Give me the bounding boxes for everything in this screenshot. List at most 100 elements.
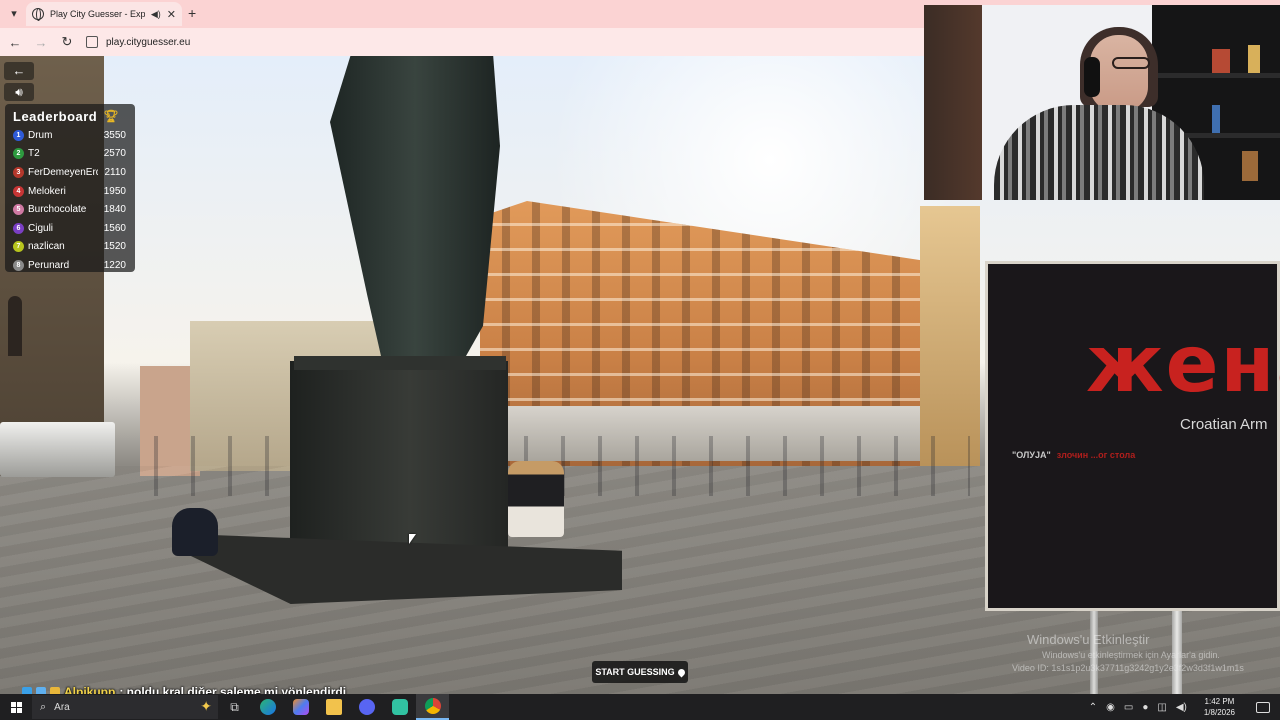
url-field[interactable]: play.cityguesser.eu [106,37,190,48]
player-score: 1520 [103,241,126,253]
leaderboard-row: 1 Drum 3550 [5,126,135,145]
chevron-up-icon[interactable]: ⌃ [1089,702,1097,713]
poster-board [985,261,1280,611]
taskbar-search-placeholder: Ara [54,701,70,713]
edge-icon [259,699,276,715]
back-button[interactable]: ← [4,62,34,80]
watermark-title: Windows'u Etkinleştir [1027,632,1150,647]
volume-icon[interactable]: ◀) [1176,702,1187,713]
start-guessing-button[interactable]: START GUESSING [592,661,688,683]
poster-word: жена [1086,320,1280,410]
task-view-button[interactable]: ⧉ [218,694,251,720]
task-view-icon: ⧉ [230,699,239,714]
player-score: 2110 [104,166,126,178]
windows-activation-watermark: Windows'u Etkinleştir Windows'u etkinleş… [1012,632,1274,673]
statue [330,56,500,356]
record-icon[interactable]: ◉ [1106,702,1115,713]
shelf-board [1152,73,1280,78]
rank-badge: 2 [13,148,24,160]
clock-date: 1/8/2026 [1203,708,1235,717]
back-arrow-icon[interactable]: ← [8,35,22,50]
headphones-icon [1084,57,1100,97]
back-arrow-icon: ← [12,63,26,78]
shelf-item [1248,45,1260,73]
screen: ▾ Play City Guesser - Explore ◀) ✕ + ← →… [0,0,1280,720]
tab-title: Play City Guesser - Explore [50,9,145,19]
webcam-door [924,5,982,200]
tab-search-chevron-icon[interactable]: ▾ [6,6,22,22]
taskbar: ⌕ Ara ✦ ⧉ ⌃ ◉ ▭ ● ◫ ◀) 1:42 PM 1/8/2026 [0,694,1280,720]
watermark-video-id: Video ID: 1s1s1p2u3k37711g3242g1y2e3f2w3… [1012,663,1244,673]
rank-badge: 3 [13,166,24,178]
taskbar-edge[interactable] [251,694,284,720]
player-score: 1840 [103,204,126,216]
taskbar-chrome[interactable] [416,694,449,720]
start-button[interactable] [0,694,32,720]
poster-footer-text: злочин ...ог стола [1056,450,1136,460]
cathedral-window [8,296,22,356]
notification-icon[interactable] [1256,701,1270,713]
speaker-icon[interactable]: ◀) [151,9,161,20]
reload-icon[interactable]: ↻ [60,34,74,50]
speaker-icon: 🔊︎ [15,85,23,99]
leaderboard-row: 8 Perunard 1220 [5,256,135,275]
poster-footer-title: "ОЛУЈА" [1012,450,1051,460]
poster-footer: "ОЛУЈА" злочин ...ог стола [1012,450,1135,460]
leaderboard-row: 7 nazlican 1520 [5,238,135,257]
globe-icon [32,8,44,21]
player-score: 1560 [103,222,126,234]
rank-badge: 4 [13,185,24,197]
rank-badge: 7 [13,241,24,253]
rank-badge: 1 [13,129,24,141]
new-tab-button[interactable]: + [188,5,196,21]
player-name: Burchocolate [28,204,87,216]
player-name: Ciguli [28,222,54,234]
network-icon[interactable]: ◫ [1157,702,1166,713]
taskbar-discord[interactable] [350,694,383,720]
player-score: 2570 [103,148,126,160]
leaderboard-row: 2 T2 2570 [5,145,135,164]
webcam-person-glasses [1112,57,1150,69]
rank-badge: 8 [13,259,24,271]
chrome-icon [424,698,441,714]
search-icon: ⌕ [40,700,47,713]
taskbar-file-explorer[interactable] [317,694,350,720]
rank-badge: 5 [13,204,24,216]
microphone-icon[interactable]: ● [1142,702,1148,713]
close-tab-icon[interactable]: ✕ [167,8,176,21]
leaderboard-title-text: Leaderboard [13,108,98,124]
trophy-icon: 🏆︎ [103,109,119,123]
clock[interactable]: 1:42 PM 1/8/2026 [1204,696,1235,718]
poster-subtitle: Croatian Arm [1180,416,1268,433]
player-score: 1950 [103,185,126,197]
taskbar-copilot[interactable] [284,694,317,720]
leaderboard-list: 1 Drum 3550 2 T2 2570 3 FerDemeyenErdi 2110 4 Melo… [5,126,135,275]
address-bar: ← → ↻ play.cityguesser.eu [0,28,924,56]
player-score: 1220 [103,259,126,271]
forward-arrow-icon[interactable]: → [34,35,48,50]
streamlabs-icon [391,699,408,715]
site-info-icon[interactable] [86,36,98,48]
truck [0,422,115,477]
statue-pedestal [290,361,508,551]
player-name: Melokeri [28,185,66,197]
shelf-item [1212,49,1230,73]
system-tray: ⌃ ◉ ▭ ● ◫ ◀) 1:42 PM 1/8/2026 [1089,694,1280,720]
taskbar-streamlabs[interactable] [383,694,416,720]
leaderboard-row: 6 Ciguli 1560 [5,219,135,238]
seated-person [508,461,564,537]
leaderboard-title: Leaderboard 🏆︎ [5,106,135,126]
copilot-icon [292,699,309,715]
player-name: Drum [28,129,53,141]
leaderboard-row: 5 Burchocolate 1840 [5,200,135,219]
sound-button[interactable]: 🔊︎ [4,83,34,101]
leaderboard-panel: Leaderboard 🏆︎ 1 Drum 3550 2 T2 2570 3 FerDemey… [5,104,135,272]
player-name: FerDemeyenErdi [28,166,98,178]
building [920,206,980,466]
search-highlight-icon: ✦ [200,698,212,714]
taskbar-search[interactable]: ⌕ Ara ✦ [32,695,218,719]
player-name: T2 [28,148,40,160]
mouse-cursor-icon [409,534,416,544]
display-icon[interactable]: ▭ [1124,702,1133,713]
browser-tab[interactable]: Play City Guesser - Explore ◀) ✕ [26,2,182,26]
